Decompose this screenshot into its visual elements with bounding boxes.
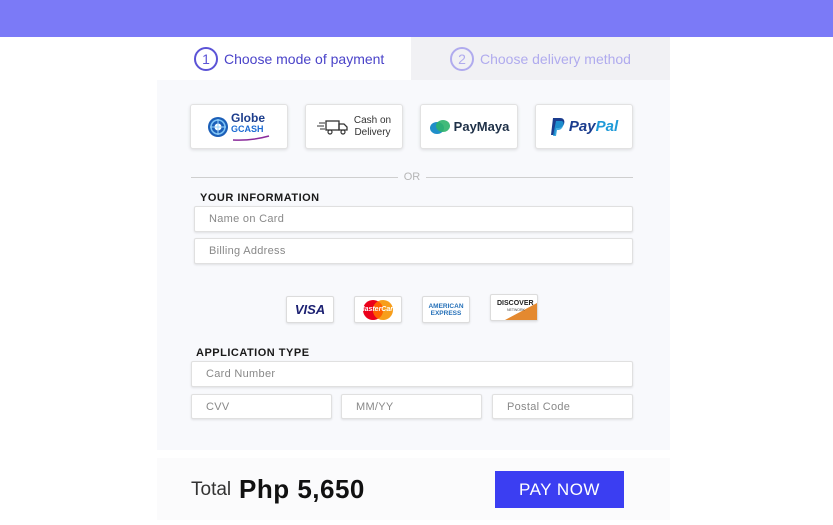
visa-card-logo[interactable]: VISA — [286, 296, 334, 323]
paymaya-label: PayMaya — [453, 119, 510, 134]
mastercard-text: MasterCard — [358, 306, 398, 313]
total-amount: Php 5,650 — [239, 474, 365, 504]
gcash-brand-text: Globe — [231, 110, 266, 125]
payment-option-gcash[interactable]: Globe GCASH — [190, 104, 288, 149]
mastercard-logo[interactable]: MasterCard — [354, 296, 402, 323]
paypal-icon — [550, 117, 565, 136]
gcash-sub-text: GCASH — [231, 123, 264, 134]
application-type-heading: APPLICATION TYPE — [196, 347, 310, 359]
payment-option-paypal[interactable]: PayPal — [535, 104, 633, 149]
your-information-heading: YOUR INFORMATION — [200, 192, 320, 204]
discover-text: DISCOVER — [497, 300, 534, 307]
amex-icon: AMERICAN EXPRESS — [426, 299, 466, 320]
tab-choose-payment[interactable]: 1 Choose mode of payment — [157, 37, 411, 80]
postal-code-input[interactable]: Postal Code — [492, 394, 633, 419]
divider-line-right — [426, 177, 633, 178]
delivery-truck-icon — [316, 119, 348, 135]
discover-card-logo[interactable]: DISCOVER NETWORK — [490, 294, 538, 321]
discover-network-text: NETWORK — [507, 308, 525, 312]
tab-choose-delivery[interactable]: 2 Choose delivery method — [411, 37, 670, 80]
pay-now-button[interactable]: PAY NOW — [495, 471, 624, 508]
or-divider-text: OR — [403, 171, 421, 183]
step-number-badge: 2 — [450, 46, 474, 71]
expiry-input[interactable]: MM/YY — [341, 394, 482, 419]
cod-label-line2: Delivery — [354, 126, 391, 138]
paymaya-icon — [429, 119, 450, 134]
cod-label-line1: Cash on — [353, 114, 392, 126]
tab-label: Choose delivery method — [480, 50, 631, 67]
payment-option-paymaya[interactable]: PayMaya — [420, 104, 518, 149]
visa-icon: VISA — [294, 302, 326, 317]
cvv-input[interactable]: CVV — [191, 394, 332, 419]
billing-address-input[interactable]: Billing Address — [194, 238, 633, 264]
name-on-card-input[interactable]: Name on Card — [194, 206, 633, 232]
divider-line-left — [191, 177, 398, 178]
gcash-swoosh-icon — [232, 134, 270, 141]
total-label: Total — [191, 479, 232, 500]
top-header-bar — [0, 0, 833, 37]
paypal-label: PayPal — [568, 118, 619, 135]
step-number-badge: 1 — [194, 46, 218, 71]
globe-gcash-icon — [208, 116, 228, 137]
payment-option-cash-on-delivery[interactable]: Cash on Delivery — [305, 104, 403, 149]
card-number-input[interactable]: Card Number — [191, 361, 633, 387]
amex-card-logo[interactable]: AMERICAN EXPRESS — [422, 296, 470, 323]
tab-label: Choose mode of payment — [224, 50, 385, 67]
